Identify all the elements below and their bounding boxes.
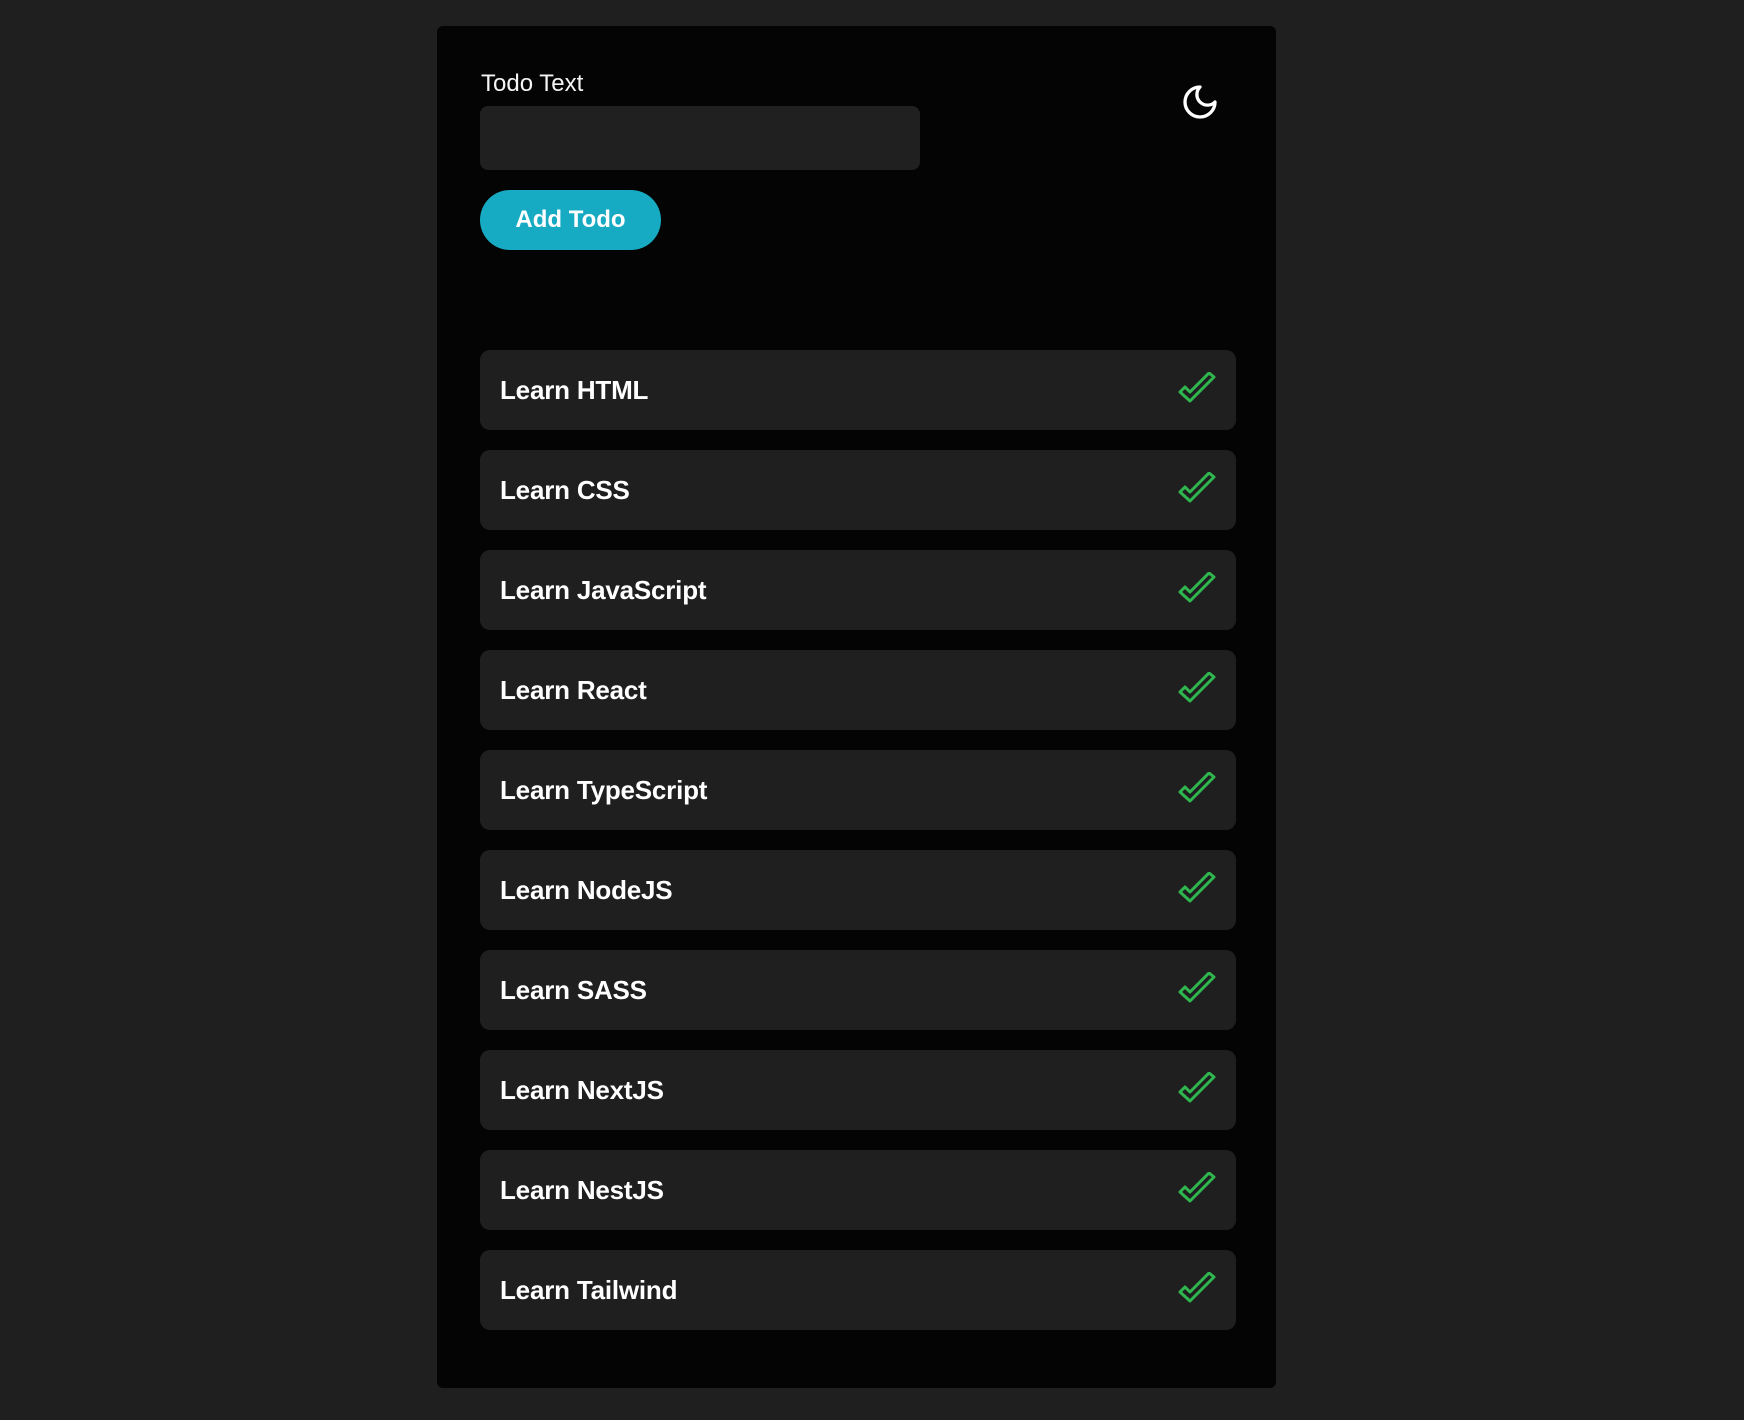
complete-toggle[interactable] — [1176, 1170, 1218, 1210]
check-icon — [1178, 1172, 1216, 1203]
todo-item[interactable]: Learn React — [480, 650, 1236, 730]
todo-item[interactable]: Learn HTML — [480, 350, 1236, 430]
complete-toggle[interactable] — [1176, 470, 1218, 510]
todo-item-text: Learn SASS — [500, 974, 647, 1005]
check-icon — [1178, 972, 1216, 1003]
check-icon — [1178, 1072, 1216, 1103]
todo-item-text: Learn NextJS — [500, 1074, 664, 1105]
complete-toggle[interactable] — [1176, 670, 1218, 710]
complete-toggle[interactable] — [1176, 1270, 1218, 1310]
todo-text-label: Todo Text — [481, 70, 584, 97]
todo-item[interactable]: Learn NodeJS — [480, 850, 1236, 930]
todo-item-text: Learn Tailwind — [500, 1274, 678, 1305]
complete-toggle[interactable] — [1176, 1070, 1218, 1110]
check-icon — [1178, 872, 1216, 903]
complete-toggle[interactable] — [1176, 370, 1218, 410]
check-icon — [1178, 1272, 1216, 1303]
check-icon — [1178, 372, 1216, 403]
todo-item-text: Learn TypeScript — [500, 774, 708, 805]
complete-toggle[interactable] — [1176, 970, 1218, 1010]
check-icon — [1178, 772, 1216, 803]
check-icon — [1178, 572, 1216, 603]
check-icon — [1178, 672, 1216, 703]
complete-toggle[interactable] — [1176, 770, 1218, 810]
todo-item[interactable]: Learn NestJS — [480, 1150, 1236, 1230]
check-icon — [1178, 472, 1216, 503]
todo-item-text: Learn React — [500, 674, 647, 705]
todo-item[interactable]: Learn JavaScript — [480, 550, 1236, 630]
todo-item-text: Learn HTML — [500, 374, 649, 405]
todo-item[interactable]: Learn TypeScript — [480, 750, 1236, 830]
todo-list: Learn HTML Learn CSS Learn JavaScript Le… — [480, 350, 1236, 1350]
todo-item-text: Learn NestJS — [500, 1174, 664, 1205]
todo-card: Todo Text Add Todo Learn HTML Learn CSS … — [437, 26, 1276, 1388]
todo-item-text: Learn NodeJS — [500, 874, 673, 905]
todo-item-text: Learn CSS — [500, 474, 630, 505]
todo-item[interactable]: Learn Tailwind — [480, 1250, 1236, 1330]
todo-item[interactable]: Learn SASS — [480, 950, 1236, 1030]
todo-item[interactable]: Learn NextJS — [480, 1050, 1236, 1130]
todo-item-text: Learn JavaScript — [500, 574, 707, 605]
complete-toggle[interactable] — [1176, 570, 1218, 610]
moon-icon — [1183, 85, 1217, 119]
todo-text-input[interactable] — [480, 106, 920, 170]
add-todo-button[interactable]: Add Todo — [480, 190, 661, 250]
complete-toggle[interactable] — [1176, 870, 1218, 910]
theme-toggle-button[interactable] — [1178, 80, 1222, 124]
todo-item[interactable]: Learn CSS — [480, 450, 1236, 530]
